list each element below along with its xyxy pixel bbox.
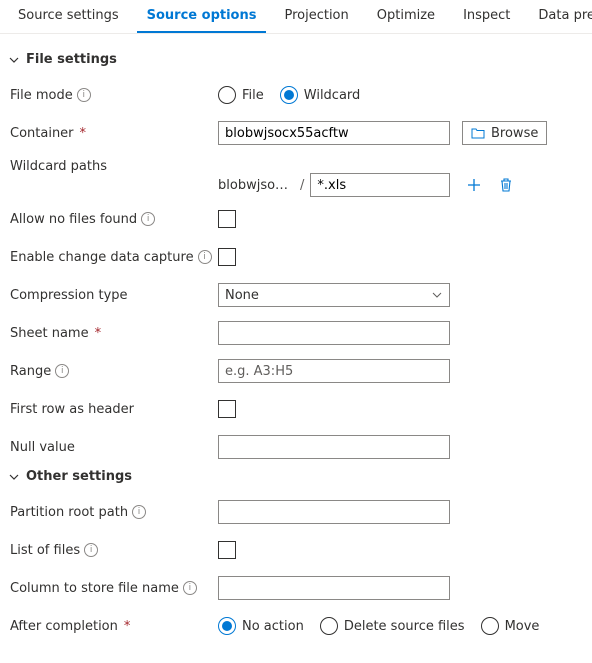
sheet-name-input[interactable]: [218, 321, 450, 345]
info-icon: i: [84, 543, 98, 557]
tab-projection[interactable]: Projection: [274, 0, 358, 33]
label-enable-cdc: Enable change data capture: [10, 250, 194, 265]
container-input[interactable]: [218, 121, 450, 145]
label-after-completion: After completion: [10, 619, 118, 634]
label-wildcard-paths: Wildcard paths: [10, 159, 107, 174]
wildcard-input[interactable]: [310, 173, 450, 197]
section-file-settings[interactable]: File settings: [8, 52, 584, 67]
required-indicator: *: [80, 126, 87, 141]
radio-after-move[interactable]: Move: [481, 617, 540, 635]
label-compression: Compression type: [10, 288, 128, 303]
tab-data-preview[interactable]: Data preview: [528, 0, 592, 33]
radio-after-delete[interactable]: Delete source files: [320, 617, 465, 635]
section-title: Other settings: [26, 469, 132, 484]
label-partition-root: Partition root path: [10, 505, 128, 520]
radio-after-no-action[interactable]: No action: [218, 617, 304, 635]
label-null-value: Null value: [10, 440, 75, 455]
list-of-files-checkbox[interactable]: [218, 541, 236, 559]
label-container: Container: [10, 126, 74, 141]
label-list-of-files: List of files: [10, 543, 80, 558]
required-indicator: *: [95, 326, 102, 341]
tab-source-options[interactable]: Source options: [137, 0, 267, 33]
label-first-row-header: First row as header: [10, 402, 134, 417]
info-icon: i: [132, 505, 146, 519]
select-value: None: [225, 288, 259, 303]
partition-root-input[interactable]: [218, 500, 450, 524]
label-allow-no-files: Allow no files found: [10, 212, 137, 227]
folder-icon: [471, 127, 485, 139]
chevron-down-icon: [431, 289, 443, 301]
info-icon: i: [198, 250, 212, 264]
info-icon: i: [55, 364, 69, 378]
radio-label: Delete source files: [344, 619, 465, 634]
radio-icon: [280, 86, 298, 104]
section-other-settings[interactable]: Other settings: [8, 469, 584, 484]
section-title: File settings: [26, 52, 117, 67]
chevron-down-icon: [8, 54, 20, 66]
null-value-input[interactable]: [218, 435, 450, 459]
label-range: Range: [10, 364, 51, 379]
label-file-mode: File mode: [10, 88, 73, 103]
radio-file-mode-wildcard[interactable]: Wildcard: [280, 86, 361, 104]
radio-label: File: [242, 88, 264, 103]
range-input[interactable]: [218, 359, 450, 383]
browse-label: Browse: [491, 126, 538, 141]
radio-file-mode-file[interactable]: File: [218, 86, 264, 104]
radio-label: No action: [242, 619, 304, 634]
radio-icon: [481, 617, 499, 635]
radio-label: Wildcard: [304, 88, 361, 103]
required-indicator: *: [124, 619, 131, 634]
first-row-header-checkbox[interactable]: [218, 400, 236, 418]
delete-wildcard-button[interactable]: [494, 173, 518, 197]
info-icon: i: [77, 88, 91, 102]
browse-button[interactable]: Browse: [462, 121, 547, 145]
tab-inspect[interactable]: Inspect: [453, 0, 520, 33]
wildcard-prefix: blobwjsoc...: [218, 178, 294, 193]
info-icon: i: [141, 212, 155, 226]
tabs: Source settings Source options Projectio…: [0, 0, 592, 34]
enable-cdc-checkbox[interactable]: [218, 248, 236, 266]
column-file-name-input[interactable]: [218, 576, 450, 600]
label-column-file-name: Column to store file name: [10, 581, 179, 596]
radio-icon: [320, 617, 338, 635]
radio-icon: [218, 617, 236, 635]
path-separator: /: [300, 178, 304, 193]
tab-optimize[interactable]: Optimize: [367, 0, 445, 33]
chevron-down-icon: [8, 471, 20, 483]
radio-label: Move: [505, 619, 540, 634]
add-wildcard-button[interactable]: [462, 173, 486, 197]
compression-select[interactable]: None: [218, 283, 450, 307]
tab-source-settings[interactable]: Source settings: [8, 0, 129, 33]
label-sheet-name: Sheet name: [10, 326, 89, 341]
radio-icon: [218, 86, 236, 104]
info-icon: i: [183, 581, 197, 595]
allow-no-files-checkbox[interactable]: [218, 210, 236, 228]
